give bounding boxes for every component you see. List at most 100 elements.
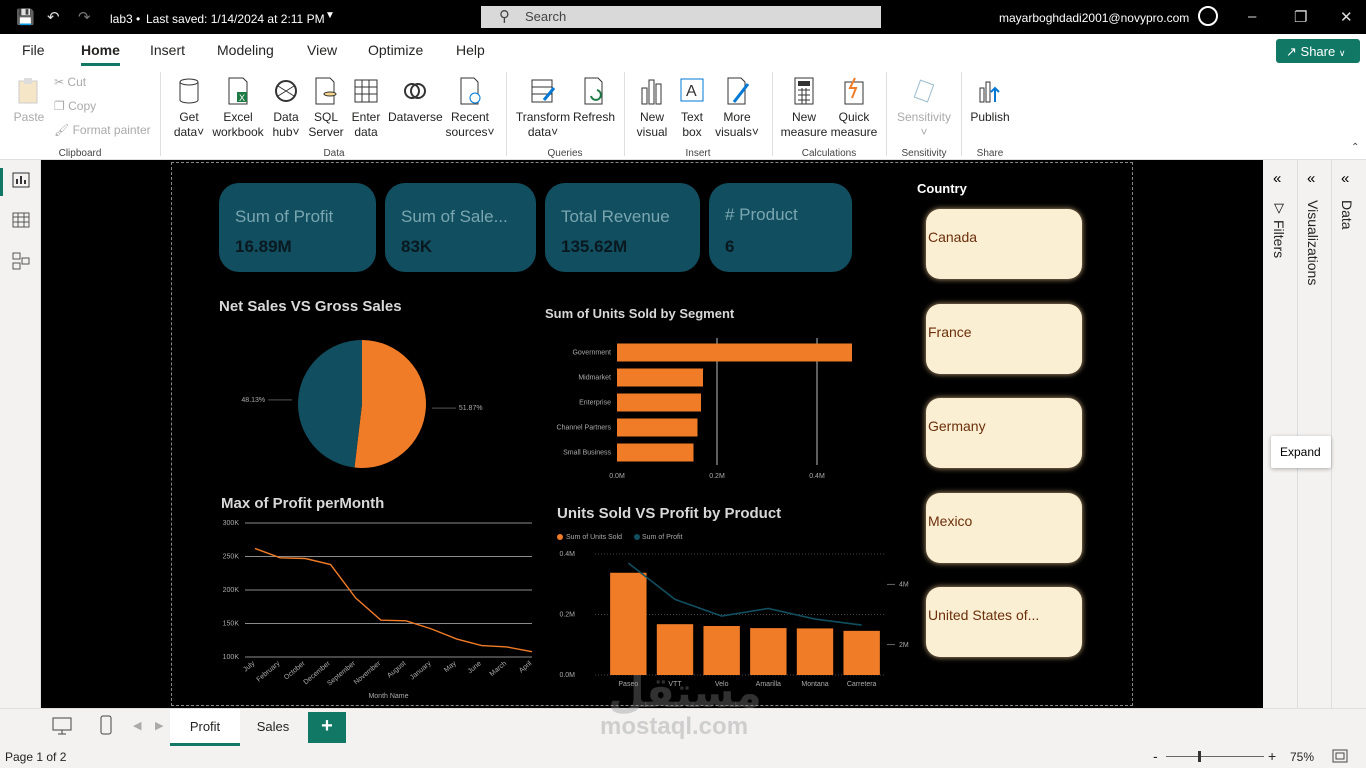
transform-data-button[interactable]: Transform data˅ xyxy=(514,76,572,140)
zoom-slider[interactable] xyxy=(1166,756,1264,757)
redo-icon[interactable]: ↷ xyxy=(78,8,91,26)
refresh-button[interactable]: Refresh xyxy=(573,76,615,125)
format-painter-button[interactable]: 🖌 Format painter xyxy=(54,123,151,138)
tab-home[interactable]: Home xyxy=(81,42,120,66)
menu-file[interactable]: File xyxy=(22,42,45,58)
line-x-tick: September xyxy=(326,660,357,688)
pie-data-label: 48.13% xyxy=(241,397,265,404)
tab-modeling[interactable]: Modeling xyxy=(217,42,274,58)
tab-view[interactable]: View xyxy=(307,42,337,58)
avatar[interactable] xyxy=(1198,6,1218,26)
kpi-card-sales[interactable]: Sum of Sale... 83K xyxy=(385,183,536,272)
expand-filters-icon[interactable]: « xyxy=(1273,170,1281,187)
zoom-out-button[interactable]: - xyxy=(1153,748,1158,764)
line-y-tick: 250K xyxy=(223,554,240,561)
recent-sources-button[interactable]: Recent sources˅ xyxy=(444,76,496,140)
next-page-icon[interactable]: ▶ xyxy=(155,719,163,732)
copy-button[interactable]: ❐ Copy xyxy=(54,99,96,114)
calculator-icon xyxy=(794,77,814,105)
kpi-card-profit[interactable]: Sum of Profit 16.89M xyxy=(219,183,376,272)
new-measure-button[interactable]: New measure xyxy=(780,76,828,140)
quick-measure-button[interactable]: Quick measure xyxy=(828,76,880,140)
zoom-in-button[interactable]: + xyxy=(1268,748,1276,764)
combo-y-tick-left: 0.2M xyxy=(559,612,575,619)
enter-data-button[interactable]: Enter data xyxy=(348,76,384,140)
filters-pane-label[interactable]: Filters xyxy=(1271,220,1287,258)
slicer-item-germany[interactable]: Germany xyxy=(926,398,1082,468)
line-x-tick: October xyxy=(283,660,307,682)
line-y-tick: 300K xyxy=(223,520,240,527)
slicer-item-france[interactable]: France xyxy=(926,304,1082,374)
paste-icon xyxy=(18,78,38,104)
kpi-card-product[interactable]: # Product 6 xyxy=(709,183,852,272)
report-view-icon[interactable] xyxy=(12,172,30,188)
tab-sales[interactable]: Sales xyxy=(240,709,306,746)
slicer-item-canada[interactable]: Canada xyxy=(926,209,1082,279)
bar-category-label: Channel Partners xyxy=(557,425,612,432)
bar-category-label: Government xyxy=(572,350,611,357)
more-visuals-button[interactable]: More visuals˅ xyxy=(714,76,760,140)
profit-line-chart[interactable]: 100K150K200K250K300KJuly February OctoberD… xyxy=(210,515,545,705)
expand-visualizations-icon[interactable]: « xyxy=(1307,170,1315,187)
cut-button[interactable]: ✂ Cut xyxy=(54,75,86,90)
minimize-icon[interactable]: – xyxy=(1248,8,1256,25)
maximize-icon[interactable]: ❐ xyxy=(1294,8,1307,26)
data-pane-label[interactable]: Data xyxy=(1339,200,1355,230)
combo-bar xyxy=(610,572,647,675)
tab-optimize[interactable]: Optimize xyxy=(368,42,423,58)
visualizations-pane-label[interactable]: Visualizations xyxy=(1305,200,1321,285)
add-page-button[interactable]: + xyxy=(308,712,346,743)
separator xyxy=(506,72,507,156)
mobile-layout-icon[interactable] xyxy=(100,715,112,735)
slicer-title: Country xyxy=(917,181,967,196)
slicer-item-mexico[interactable]: Mexico xyxy=(926,493,1082,563)
group-queries: Queries xyxy=(547,148,583,159)
pie-chart[interactable]: 51.87% 48.13% xyxy=(240,330,490,480)
copy-label: Copy xyxy=(68,99,97,113)
paste-button[interactable]: Paste xyxy=(12,76,46,125)
sql-server-button[interactable]: SQL Server xyxy=(308,76,344,140)
quick-measure-icon xyxy=(844,77,864,105)
undo-icon[interactable]: ↶ xyxy=(47,8,60,26)
kpi-card-revenue[interactable]: Total Revenue 135.62M xyxy=(545,183,700,272)
dataverse-button[interactable]: Dataverse xyxy=(388,76,443,125)
text-box-label-1: Text xyxy=(680,110,703,124)
text-box-button[interactable]: A Text box xyxy=(674,76,710,140)
close-icon[interactable]: ✕ xyxy=(1340,8,1353,26)
fit-to-page-icon[interactable] xyxy=(1332,749,1348,763)
collapse-ribbon-icon[interactable]: ⌃ xyxy=(1351,142,1359,153)
line-x-tick: January xyxy=(409,660,433,682)
search-input[interactable]: ⚲ Search xyxy=(481,6,881,28)
desktop-layout-icon[interactable] xyxy=(52,717,72,735)
share-button[interactable]: ↗ Share ∨ xyxy=(1276,39,1360,63)
kpi-value: 135.62M xyxy=(561,237,628,256)
save-icon[interactable]: 💾 xyxy=(16,8,35,26)
get-data-button[interactable]: Get data˅ xyxy=(168,76,210,140)
database-icon xyxy=(179,78,199,104)
tab-help[interactable]: Help xyxy=(456,42,485,58)
tab-profit[interactable]: Profit xyxy=(170,709,240,746)
expand-data-icon[interactable]: « xyxy=(1341,170,1349,187)
combo-line-series xyxy=(627,562,862,626)
table-view-icon[interactable] xyxy=(12,212,30,228)
model-view-icon[interactable] xyxy=(12,252,30,270)
sensitivity-button[interactable]: Sensitivity ˅ xyxy=(894,76,954,140)
kpi-title: # Product xyxy=(725,205,798,224)
publish-button[interactable]: Publish xyxy=(968,76,1012,125)
tab-insert[interactable]: Insert xyxy=(150,42,185,58)
separator xyxy=(886,72,887,156)
line-chart-title: Max of Profit perMonth xyxy=(221,495,385,512)
title-dropdown-icon[interactable]: ▼ xyxy=(325,10,335,21)
data-hub-button[interactable]: Data hub˅ xyxy=(266,76,306,140)
zoom-slider-thumb[interactable] xyxy=(1198,751,1201,762)
watermark-latin: mostaql.com xyxy=(600,713,749,740)
segment-bar-chart[interactable]: 0.0M 0.2M 0.4M Government Midmarket Enterpris… xyxy=(540,330,870,490)
bar-category-label: Small Business xyxy=(563,450,611,457)
pie-slice xyxy=(354,340,426,468)
new-visual-button[interactable]: New visual xyxy=(632,76,672,140)
excel-workbook-button[interactable]: X Excel workbook xyxy=(211,76,265,140)
pie-chart-title: Net Sales VS Gross Sales xyxy=(219,298,402,315)
new-visual-icon xyxy=(641,79,662,105)
prev-page-icon[interactable]: ◀ xyxy=(133,719,141,732)
slicer-item-united-states[interactable]: United States of... xyxy=(926,587,1082,657)
